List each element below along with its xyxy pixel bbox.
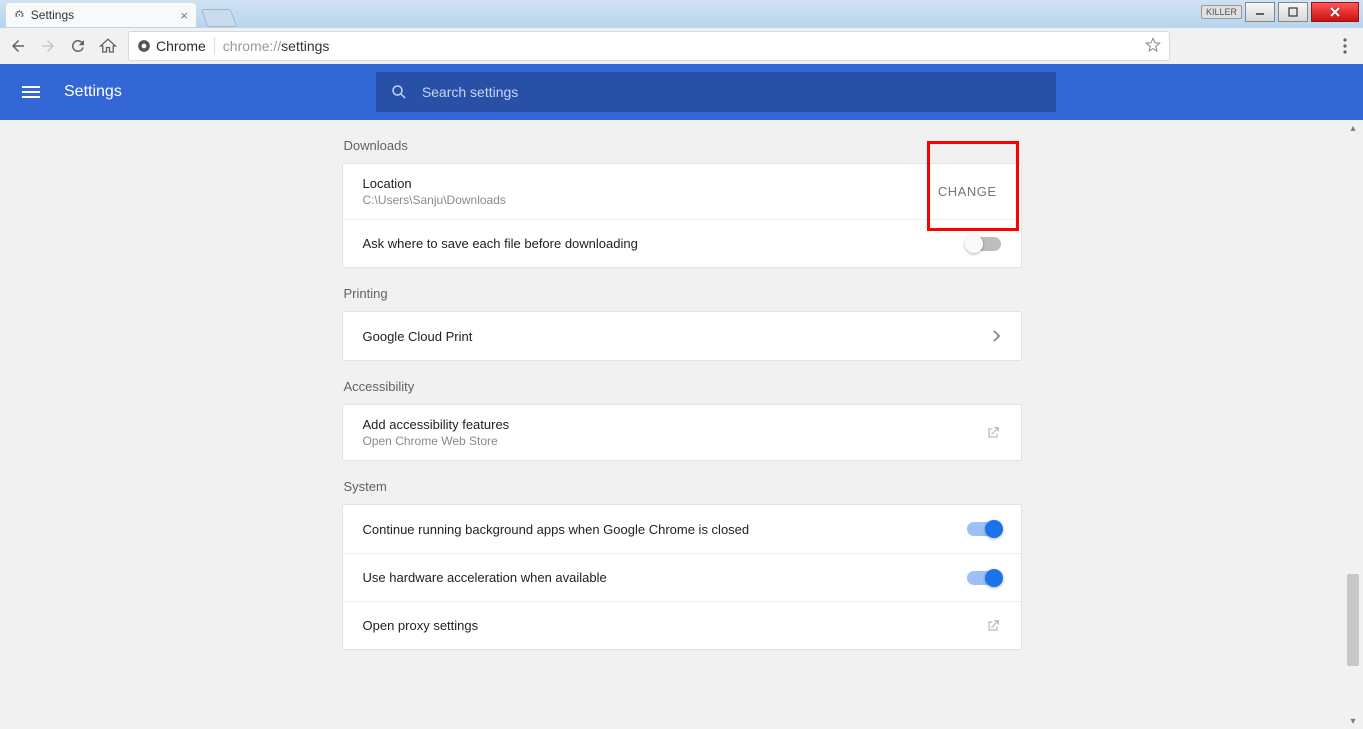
minimize-button[interactable] <box>1245 2 1275 22</box>
browser-tab-settings[interactable]: ⚙ Settings × <box>6 3 196 27</box>
change-location-button[interactable]: CHANGE <box>934 176 1001 207</box>
browser-toolbar: Chrome chrome://settings <box>0 28 1363 64</box>
proxy-row[interactable]: Open proxy settings <box>343 601 1021 649</box>
back-button[interactable] <box>8 36 28 56</box>
hamburger-icon <box>22 86 40 88</box>
search-settings[interactable]: Search settings <box>376 72 1056 112</box>
section-title-system: System <box>344 479 1022 494</box>
accessibility-sub: Open Chrome Web Store <box>363 434 510 448</box>
settings-header: Settings Search settings <box>0 64 1363 120</box>
search-icon <box>390 83 408 101</box>
settings-page: Settings Search settings Downloads Locat… <box>0 64 1363 729</box>
bookmark-button[interactable] <box>1145 37 1161 56</box>
download-location-row: Location C:\Users\Sanju\Downloads CHANGE <box>343 164 1021 219</box>
new-tab-button[interactable] <box>201 9 238 27</box>
reload-icon <box>69 37 87 55</box>
gcp-label: Google Cloud Print <box>363 329 473 344</box>
omnibox-divider <box>214 37 215 55</box>
search-placeholder: Search settings <box>422 84 519 100</box>
accessibility-label: Add accessibility features <box>363 417 510 432</box>
tab-strip: ⚙ Settings × <box>6 3 234 27</box>
ask-save-label: Ask where to save each file before downl… <box>363 236 638 251</box>
maximize-button[interactable] <box>1278 2 1308 22</box>
google-cloud-print-row[interactable]: Google Cloud Print <box>343 312 1021 360</box>
background-apps-row: Continue running background apps when Go… <box>343 505 1021 553</box>
kebab-icon <box>1343 38 1347 54</box>
menu-button[interactable] <box>22 86 40 98</box>
proxy-label: Open proxy settings <box>363 618 479 633</box>
ask-save-toggle[interactable] <box>967 237 1001 251</box>
gear-icon: ⚙ <box>14 8 25 22</box>
tab-title: Settings <box>31 8 74 22</box>
star-icon <box>1145 37 1161 53</box>
close-window-button[interactable] <box>1311 2 1359 22</box>
add-accessibility-row[interactable]: Add accessibility features Open Chrome W… <box>343 405 1021 460</box>
background-apps-toggle[interactable] <box>967 522 1001 536</box>
system-card: Continue running background apps when Go… <box>342 504 1022 650</box>
chevron-right-icon <box>993 330 1001 342</box>
downloads-card: Location C:\Users\Sanju\Downloads CHANGE… <box>342 163 1022 268</box>
external-link-icon <box>985 425 1001 441</box>
browser-menu-button[interactable] <box>1335 38 1355 54</box>
section-title-printing: Printing <box>344 286 1022 301</box>
scrollbar[interactable]: ▴ ▾ <box>1345 120 1361 729</box>
section-title-accessibility: Accessibility <box>344 379 1022 394</box>
chrome-icon <box>137 39 151 53</box>
external-link-icon <box>985 618 1001 634</box>
hardware-accel-toggle[interactable] <box>967 571 1001 585</box>
minimize-icon <box>1255 7 1265 17</box>
address-bar[interactable]: Chrome chrome://settings <box>128 31 1170 61</box>
site-label: Chrome <box>156 38 206 54</box>
printing-card: Google Cloud Print <box>342 311 1022 361</box>
scroll-thumb[interactable] <box>1347 574 1359 666</box>
section-title-downloads: Downloads <box>344 138 1022 153</box>
settings-content: Downloads Location C:\Users\Sanju\Downlo… <box>0 120 1363 729</box>
site-chip: Chrome <box>137 38 206 54</box>
maximize-icon <box>1288 7 1298 17</box>
scroll-up-icon[interactable]: ▴ <box>1345 120 1361 136</box>
page-title: Settings <box>64 83 122 101</box>
bg-label: Continue running background apps when Go… <box>363 522 750 537</box>
home-icon <box>99 37 117 55</box>
killer-tag: KILLER <box>1201 5 1242 19</box>
window-controls: KILLER <box>1201 2 1359 22</box>
accessibility-card: Add accessibility features Open Chrome W… <box>342 404 1022 461</box>
scroll-down-icon[interactable]: ▾ <box>1345 713 1361 729</box>
hw-label: Use hardware acceleration when available <box>363 570 607 585</box>
forward-button[interactable] <box>38 36 58 56</box>
reload-button[interactable] <box>68 36 88 56</box>
close-icon <box>1329 6 1341 18</box>
url-text: chrome://settings <box>223 38 330 54</box>
home-button[interactable] <box>98 36 118 56</box>
ask-save-row: Ask where to save each file before downl… <box>343 219 1021 267</box>
location-label: Location <box>363 176 506 191</box>
hardware-accel-row: Use hardware acceleration when available <box>343 553 1021 601</box>
location-value: C:\Users\Sanju\Downloads <box>363 193 506 207</box>
forward-icon <box>39 37 57 55</box>
os-titlebar: ⚙ Settings × KILLER <box>0 0 1363 28</box>
back-icon <box>9 37 27 55</box>
close-tab-icon[interactable]: × <box>180 8 188 23</box>
